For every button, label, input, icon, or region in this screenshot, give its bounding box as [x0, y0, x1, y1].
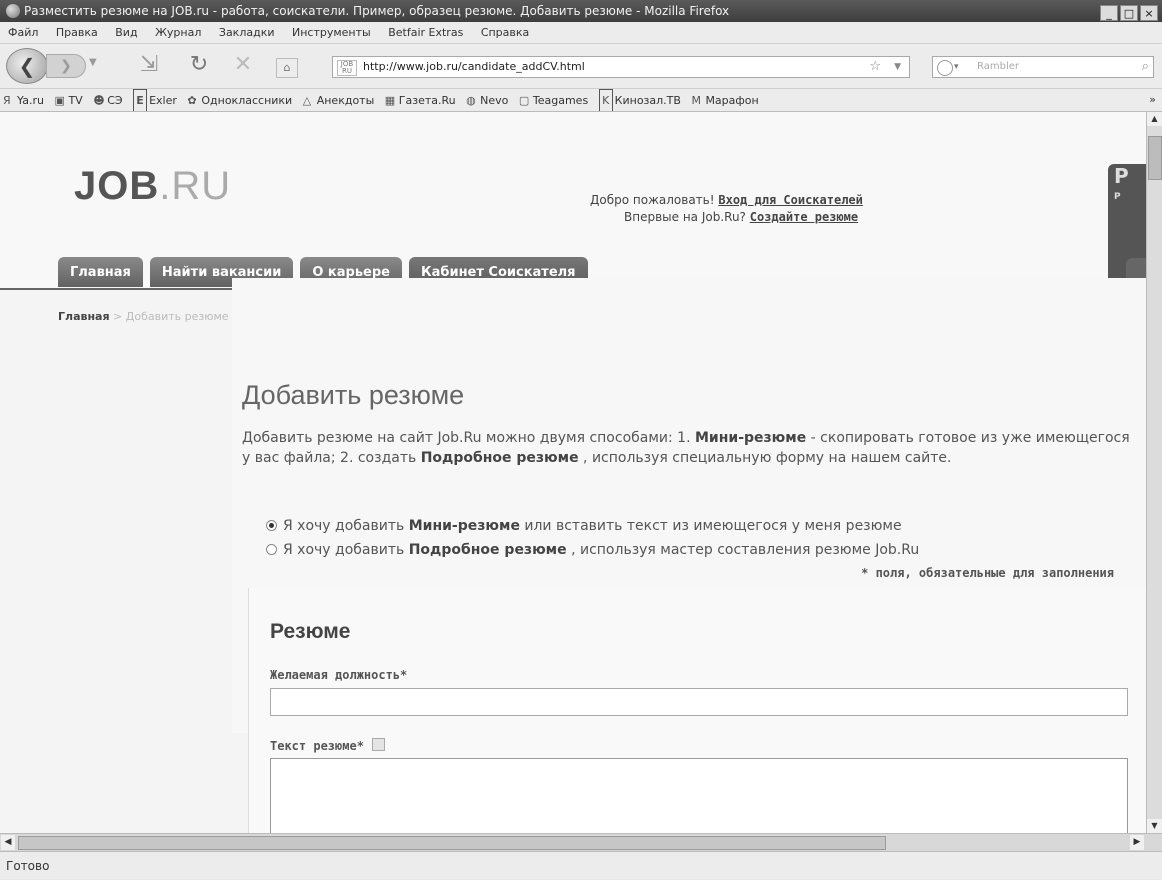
menu-betfair[interactable]: Betfair Extras — [388, 26, 463, 39]
menu-view[interactable]: Вид — [115, 26, 137, 39]
welcome-block: Добро пожаловать! Вход для Соискателей В… — [590, 192, 990, 226]
window-title: Разместить резюме на JOB.ru - работа, со… — [24, 4, 730, 18]
scroll-left-icon[interactable]: ◀ — [1, 835, 15, 850]
window-controls: _ □ × — [1098, 2, 1158, 22]
minimize-button[interactable]: _ — [1100, 5, 1118, 21]
forward-button[interactable]: ❯ — [46, 54, 86, 78]
menu-bookmarks[interactable]: Закладки — [219, 26, 275, 39]
horizontal-scroll-thumb[interactable] — [18, 836, 886, 850]
vertical-scrollbar[interactable]: ▲ ▼ — [1146, 112, 1162, 833]
search-placeholder: Rambler — [977, 61, 1019, 72]
breadcrumb-home[interactable]: Главная — [58, 310, 110, 323]
bookmark-se[interactable]: ☻ СЭ — [93, 90, 122, 111]
hint-icon[interactable] — [371, 738, 385, 751]
search-box[interactable]: ▾ Rambler ⌕ — [932, 56, 1154, 78]
option-mini-resume[interactable]: Я хочу добавить Мини-резюме или вставить… — [266, 518, 902, 534]
search-engine-icon[interactable] — [937, 60, 953, 76]
nevo-icon: ◍ — [466, 94, 476, 107]
menu-edit[interactable]: Правка — [56, 26, 98, 39]
vertical-scroll-thumb[interactable] — [1148, 136, 1162, 180]
anekdoty-icon: △ — [302, 94, 312, 107]
forward-arrow-icon: ❯ — [60, 58, 72, 74]
bookmarks-more-button[interactable]: » — [1149, 89, 1156, 111]
welcome-line2: Впервые на Job.Ru? Создайте резюме — [624, 210, 859, 224]
back-button[interactable]: ❮ — [6, 48, 48, 84]
home-icon[interactable]: ⌂ — [276, 58, 298, 78]
bookmark-nevo[interactable]: ◍ Nevo — [466, 90, 508, 111]
tv-icon: ▣ — [54, 94, 65, 107]
status-bar: Готово — [0, 851, 1162, 879]
bookmark-gazeta[interactable]: ▦ Газета.Ru — [384, 90, 456, 111]
bookmark-exler[interactable]: E Exler — [133, 89, 177, 111]
bookmarks-bar: Я Ya.ru ▣ TV ☻ СЭ E Exler ✿ Одноклассники △ Ан… — [0, 89, 1162, 112]
intro-text: Добавить резюме на сайт Job.Ru можно дву… — [242, 430, 1130, 466]
site-logo[interactable]: JOB.RU — [74, 164, 231, 209]
resume-text-label: Текст резюме* — [270, 738, 385, 753]
firefox-icon — [6, 4, 20, 18]
yandex-icon: Я — [3, 94, 11, 107]
bookmark-yaru[interactable]: Я Ya.ru — [3, 90, 44, 111]
bookmark-kinozal[interactable]: K Кинозал.ТВ — [598, 89, 681, 111]
position-label: Желаемая должность* — [270, 668, 408, 682]
menu-history[interactable]: Журнал — [155, 26, 201, 39]
required-fields-note: * поля, обязательные для заполнения — [861, 566, 1114, 580]
radio-mini-resume[interactable] — [266, 520, 277, 531]
kinozal-icon: K — [598, 89, 613, 111]
menu-file[interactable]: Файл — [8, 26, 38, 39]
scroll-up-icon[interactable]: ▲ — [1147, 112, 1162, 126]
page-arrow-icon[interactable]: ⇲ — [136, 52, 162, 78]
breadcrumb-current: Добавить резюме — [125, 310, 229, 323]
menu-bar: Файл Правка Вид Журнал Закладки Инструме… — [0, 22, 1162, 44]
maximize-button[interactable]: □ — [1120, 5, 1138, 21]
resume-text-input[interactable] — [270, 758, 1128, 833]
page-title: Добавить резюме — [242, 380, 465, 410]
bookmark-odnoklassniki[interactable]: ✿ Одноклассники — [187, 90, 292, 111]
navigation-toolbar: ❮ ❯ ▼ ⇲ ↻ ✕ ⌂ JOB RU http://www.job.ru/c… — [0, 44, 1162, 89]
menu-tools[interactable]: Инструменты — [292, 26, 371, 39]
breadcrumb-separator: > — [109, 310, 126, 323]
position-input[interactable] — [270, 688, 1128, 716]
back-arrow-icon: ❮ — [18, 54, 36, 78]
create-resume-link[interactable]: Создайте резюме — [750, 210, 858, 224]
window-titlebar: Разместить резюме на JOB.ru - работа, со… — [0, 0, 1162, 22]
bookmark-marafon[interactable]: M Марафон — [691, 90, 758, 111]
page-icon: ▢ — [518, 94, 530, 107]
radio-detailed-resume[interactable] — [266, 544, 277, 555]
status-text: Готово — [6, 859, 50, 873]
address-bar[interactable]: JOB RU http://www.job.ru/candidate_addCV… — [332, 56, 910, 78]
gazeta-icon: ▦ — [384, 94, 396, 107]
welcome-line1: Добро пожаловать! Вход для Соискателей — [590, 193, 863, 207]
tab-home[interactable]: Главная — [58, 257, 143, 287]
option-detailed-resume[interactable]: Я хочу добавить Подробное резюме , испол… — [266, 542, 919, 558]
marafon-icon: M — [691, 94, 701, 107]
exler-icon: E — [133, 89, 148, 111]
menu-help[interactable]: Справка — [481, 26, 529, 39]
url-dropdown-icon[interactable]: ▼ — [894, 57, 901, 77]
form-title: Резюме — [270, 620, 351, 643]
address-url[interactable]: http://www.job.ru/candidate_addCV.html — [363, 60, 585, 73]
history-dropdown-icon[interactable]: ▼ — [89, 57, 97, 68]
reload-icon[interactable]: ↻ — [186, 52, 212, 78]
stop-icon[interactable]: ✕ — [230, 52, 256, 78]
bookmark-tv[interactable]: ▣ TV — [54, 90, 82, 111]
scroll-down-icon[interactable]: ▼ — [1147, 819, 1162, 833]
site-favicon-icon: JOB RU — [337, 60, 357, 76]
login-link[interactable]: Вход для Соискателей — [718, 193, 863, 207]
page-viewport: JOB.RU Добро пожаловать! Вход для Соиска… — [0, 112, 1146, 833]
breadcrumb: Главная > Добавить резюме — [58, 310, 229, 323]
bookmark-teagames[interactable]: ▢ Teagames — [518, 90, 588, 111]
scroll-right-icon[interactable]: ▶ — [1130, 835, 1144, 850]
odnoklassniki-icon: ✿ — [187, 94, 197, 107]
bookmark-anekdoty[interactable]: △ Анекдоты — [302, 90, 375, 111]
horizontal-scrollbar[interactable]: ◀ ▶ — [0, 833, 1162, 851]
search-engine-dropdown-icon[interactable]: ▾ — [954, 57, 959, 77]
search-icon[interactable]: ⌕ — [1142, 57, 1149, 77]
bookmark-star-icon[interactable]: ☆ — [869, 57, 881, 77]
close-button[interactable]: × — [1140, 5, 1158, 21]
se-icon: ☻ — [93, 94, 105, 107]
